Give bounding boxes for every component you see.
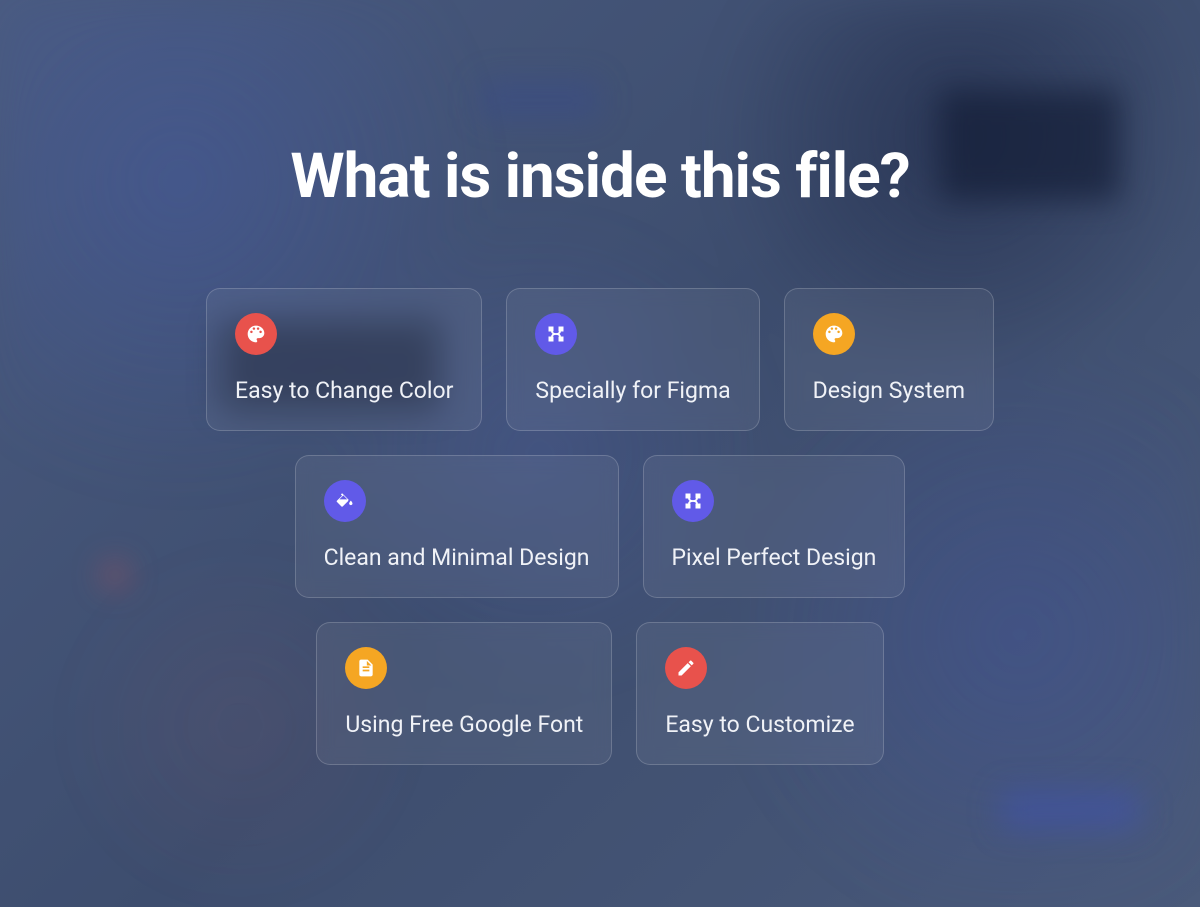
feature-card-change-color: Easy to Change Color [206, 288, 482, 431]
feature-card-google-font: Using Free Google Font [316, 622, 612, 765]
feature-label: Using Free Google Font [345, 711, 583, 738]
feature-label: Easy to Change Color [235, 377, 453, 404]
palette-icon [235, 313, 277, 355]
feature-label: Clean and Minimal Design [324, 544, 590, 571]
main-content: What is inside this file? Easy to Change… [0, 0, 1200, 907]
feature-cards-container: Easy to Change Color Specially for Figma… [206, 288, 994, 765]
feature-card-customize: Easy to Customize [636, 622, 883, 765]
card-row-3: Using Free Google Font Easy to Customize [316, 622, 883, 765]
page-heading: What is inside this file? [290, 140, 909, 213]
card-row-2: Clean and Minimal Design Pixel Perfect D… [295, 455, 906, 598]
paint-bucket-icon [324, 480, 366, 522]
feature-card-clean-design: Clean and Minimal Design [295, 455, 619, 598]
feature-label: Easy to Customize [665, 711, 854, 738]
vector-icon [535, 313, 577, 355]
vector-icon [672, 480, 714, 522]
palette-icon [813, 313, 855, 355]
feature-label: Design System [813, 377, 965, 404]
feature-label: Specially for Figma [535, 377, 730, 404]
feature-card-design-system: Design System [784, 288, 994, 431]
document-icon [345, 647, 387, 689]
card-row-1: Easy to Change Color Specially for Figma… [206, 288, 994, 431]
edit-icon [665, 647, 707, 689]
feature-card-figma: Specially for Figma [506, 288, 759, 431]
feature-label: Pixel Perfect Design [672, 544, 877, 571]
feature-card-pixel-perfect: Pixel Perfect Design [643, 455, 906, 598]
